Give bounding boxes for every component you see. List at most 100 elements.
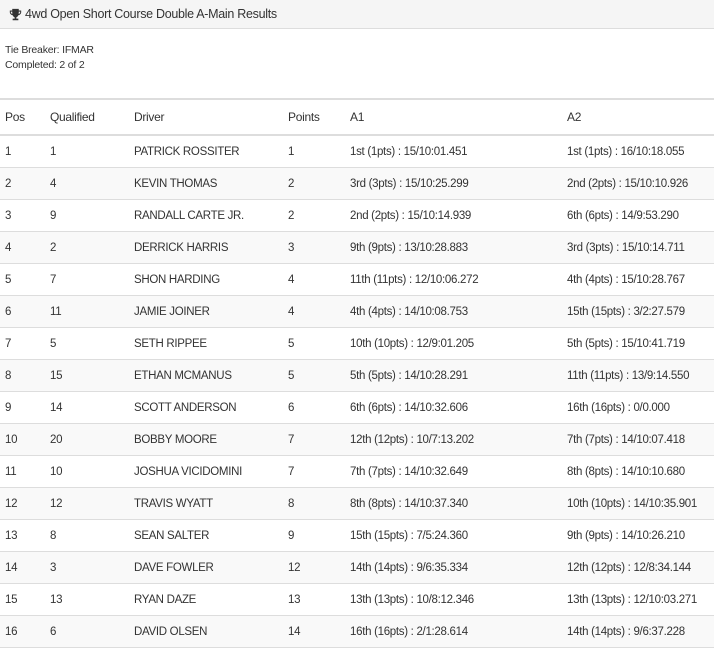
cell-a1: 12th (12pts) : 10/7:13.202 bbox=[350, 423, 567, 456]
cell-pos: 16 bbox=[0, 615, 50, 648]
cell-pos: 7 bbox=[0, 327, 50, 360]
cell-a2: 6th (6pts) : 14/9:53.290 bbox=[567, 199, 714, 232]
cell-qualified: 4 bbox=[50, 167, 134, 200]
cell-points: 13 bbox=[288, 583, 350, 616]
cell-a1: 10th (10pts) : 12/9:01.205 bbox=[350, 327, 567, 360]
cell-qualified: 12 bbox=[50, 487, 134, 520]
results-title: 4wd Open Short Course Double A-Main Resu… bbox=[25, 7, 277, 21]
cell-a1: 15th (15pts) : 7/5:24.360 bbox=[350, 519, 567, 552]
cell-pos: 6 bbox=[0, 295, 50, 328]
cell-a1: 4th (4pts) : 14/10:08.753 bbox=[350, 295, 567, 328]
table-row: 3 9 RANDALL CARTE JR. 2 2nd (2pts) : 15/10:1… bbox=[0, 199, 714, 232]
cell-points: 2 bbox=[288, 167, 350, 200]
column-header-pos: Pos bbox=[0, 98, 50, 136]
cell-pos: 2 bbox=[0, 167, 50, 200]
cell-a1: 16th (16pts) : 2/1:28.614 bbox=[350, 615, 567, 648]
cell-a1: 13th (13pts) : 10/8:12.346 bbox=[350, 583, 567, 616]
cell-a2: 9th (9pts) : 14/10:26.210 bbox=[567, 519, 714, 552]
table-row: 12 12 TRAVIS WYATT 8 8th (8pts) : 14/10:37.3… bbox=[0, 487, 714, 520]
cell-pos: 1 bbox=[0, 135, 50, 168]
cell-driver: BOBBY MOORE bbox=[134, 423, 288, 456]
cell-a2: 10th (10pts) : 14/10:35.901 bbox=[567, 487, 714, 520]
cell-a1: 8th (8pts) : 14/10:37.340 bbox=[350, 487, 567, 520]
cell-driver: ETHAN MCMANUS bbox=[134, 359, 288, 392]
completed-text: Completed: 2 of 2 bbox=[5, 59, 85, 71]
cell-a2: 7th (7pts) : 14/10:07.418 bbox=[567, 423, 714, 456]
cell-driver: DAVE FOWLER bbox=[134, 551, 288, 584]
cell-a2: 1st (1pts) : 16/10:18.055 bbox=[567, 135, 714, 168]
table-row: 10 20 BOBBY MOORE 7 12th (12pts) : 10/7:13.2… bbox=[0, 423, 714, 456]
cell-a2: 4th (4pts) : 15/10:28.767 bbox=[567, 263, 714, 296]
cell-driver: KEVIN THOMAS bbox=[134, 167, 288, 200]
table-row: 15 13 RYAN DAZE 13 13th (13pts) : 10/8:12.34… bbox=[0, 583, 714, 616]
cell-points: 1 bbox=[288, 135, 350, 168]
table-row: 8 15 ETHAN MCMANUS 5 5th (5pts) : 14/10:28.2… bbox=[0, 359, 714, 392]
cell-pos: 13 bbox=[0, 519, 50, 552]
cell-a2: 3rd (3pts) : 15/10:14.711 bbox=[567, 231, 714, 264]
cell-driver: JOSHUA VICIDOMINI bbox=[134, 455, 288, 488]
column-header-points: Points bbox=[288, 98, 350, 136]
cell-qualified: 11 bbox=[50, 295, 134, 328]
results-header: 4wd Open Short Course Double A-Main Resu… bbox=[0, 0, 714, 29]
cell-driver: JAMIE JOINER bbox=[134, 295, 288, 328]
cell-points: 5 bbox=[288, 359, 350, 392]
cell-points: 7 bbox=[288, 455, 350, 488]
cell-pos: 10 bbox=[0, 423, 50, 456]
table-row: 4 2 DERRICK HARRIS 3 9th (9pts) : 13/10:28.8… bbox=[0, 231, 714, 264]
cell-a2: 15th (15pts) : 3/2:27.579 bbox=[567, 295, 714, 328]
cell-driver: PATRICK ROSSITER bbox=[134, 135, 288, 168]
table-row: 13 8 SEAN SALTER 9 15th (15pts) : 7/5:24.360… bbox=[0, 519, 714, 552]
cell-qualified: 13 bbox=[50, 583, 134, 616]
table-row: 7 5 SETH RIPPEE 5 10th (10pts) : 12/9:01.205… bbox=[0, 327, 714, 360]
column-header-a1: A1 bbox=[350, 98, 567, 136]
cell-pos: 14 bbox=[0, 551, 50, 584]
race-meta: Tie Breaker: IFMAR Completed: 2 of 2 bbox=[0, 29, 714, 98]
cell-driver: SEAN SALTER bbox=[134, 519, 288, 552]
cell-a1: 7th (7pts) : 14/10:32.649 bbox=[350, 455, 567, 488]
cell-a2: 13th (13pts) : 12/10:03.271 bbox=[567, 583, 714, 616]
cell-a1: 9th (9pts) : 13/10:28.883 bbox=[350, 231, 567, 264]
cell-pos: 3 bbox=[0, 199, 50, 232]
cell-a2: 16th (16pts) : 0/0.000 bbox=[567, 391, 714, 424]
results-table-header-row: Pos Qualified Driver Points A1 A2 bbox=[0, 98, 714, 136]
cell-points: 8 bbox=[288, 487, 350, 520]
table-row: 14 3 DAVE FOWLER 12 14th (14pts) : 9/6:35.33… bbox=[0, 551, 714, 584]
table-row: 1 1 PATRICK ROSSITER 1 1st (1pts) : 15/10:01… bbox=[0, 135, 714, 168]
cell-qualified: 10 bbox=[50, 455, 134, 488]
cell-qualified: 2 bbox=[50, 231, 134, 264]
cell-points: 5 bbox=[288, 327, 350, 360]
cell-qualified: 3 bbox=[50, 551, 134, 584]
cell-qualified: 5 bbox=[50, 327, 134, 360]
cell-driver: SCOTT ANDERSON bbox=[134, 391, 288, 424]
cell-qualified: 15 bbox=[50, 359, 134, 392]
cell-a2: 11th (11pts) : 13/9:14.550 bbox=[567, 359, 714, 392]
column-header-a2: A2 bbox=[567, 98, 714, 136]
cell-a1: 5th (5pts) : 14/10:28.291 bbox=[350, 359, 567, 392]
cell-points: 2 bbox=[288, 199, 350, 232]
cell-points: 4 bbox=[288, 263, 350, 296]
cell-pos: 9 bbox=[0, 391, 50, 424]
cell-driver: RANDALL CARTE JR. bbox=[134, 199, 288, 232]
cell-pos: 5 bbox=[0, 263, 50, 296]
cell-a2: 5th (5pts) : 15/10:41.719 bbox=[567, 327, 714, 360]
cell-points: 3 bbox=[288, 231, 350, 264]
table-row: 6 11 JAMIE JOINER 4 4th (4pts) : 14/10:08.75… bbox=[0, 295, 714, 328]
cell-a1: 1st (1pts) : 15/10:01.451 bbox=[350, 135, 567, 168]
cell-qualified: 14 bbox=[50, 391, 134, 424]
tie-breaker-text: Tie Breaker: IFMAR bbox=[5, 44, 94, 56]
cell-pos: 15 bbox=[0, 583, 50, 616]
column-header-qualified: Qualified bbox=[50, 98, 134, 136]
table-row: 2 4 KEVIN THOMAS 2 3rd (3pts) : 15/10:25.299… bbox=[0, 167, 714, 200]
cell-qualified: 6 bbox=[50, 615, 134, 648]
cell-qualified: 7 bbox=[50, 263, 134, 296]
cell-points: 7 bbox=[288, 423, 350, 456]
cell-points: 12 bbox=[288, 551, 350, 584]
table-row: 16 6 DAVID OLSEN 14 16th (16pts) : 2/1:28.61… bbox=[0, 615, 714, 648]
cell-qualified: 9 bbox=[50, 199, 134, 232]
cell-qualified: 20 bbox=[50, 423, 134, 456]
trophy-icon bbox=[9, 8, 22, 20]
column-header-driver: Driver bbox=[134, 98, 288, 136]
cell-points: 14 bbox=[288, 615, 350, 648]
cell-pos: 4 bbox=[0, 231, 50, 264]
cell-driver: RYAN DAZE bbox=[134, 583, 288, 616]
